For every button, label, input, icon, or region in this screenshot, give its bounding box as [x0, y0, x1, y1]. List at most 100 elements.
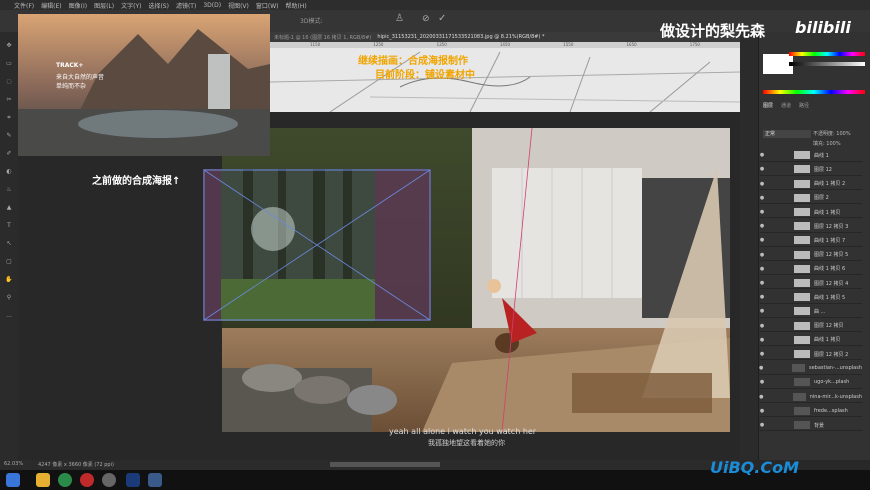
- tab-layers[interactable]: 图层: [763, 102, 773, 109]
- tool-icon[interactable]: …: [4, 312, 14, 319]
- layer-thumbnail: [794, 151, 810, 160]
- tool-icon[interactable]: ◌: [4, 78, 14, 85]
- menu-image[interactable]: 图像(I): [69, 1, 87, 10]
- visibility-eye-icon[interactable]: ●: [758, 223, 766, 229]
- menu-select[interactable]: 选择(S): [148, 1, 169, 10]
- tool-icon[interactable]: ↖: [4, 240, 14, 247]
- tab-channels[interactable]: 通道: [781, 102, 791, 109]
- tab-document-1[interactable]: 未标题-1 @ 16 (图层 16 拷贝 1, RGB/8#): [274, 34, 371, 41]
- forest-layer-transform[interactable]: [203, 169, 431, 321]
- visibility-eye-icon[interactable]: ●: [758, 394, 765, 400]
- layer-row[interactable]: ● frede...splash: [758, 406, 862, 418]
- menu-file[interactable]: 文件(F): [14, 1, 34, 10]
- visibility-eye-icon[interactable]: ●: [758, 422, 766, 428]
- visibility-eye-icon[interactable]: ●: [758, 181, 766, 187]
- visibility-eye-icon[interactable]: ●: [758, 294, 766, 300]
- cancel-icon[interactable]: ⊘: [422, 14, 430, 24]
- menu-type[interactable]: 文字(Y): [121, 1, 141, 10]
- layer-row[interactable]: ● 图层 12 拷贝: [758, 320, 862, 332]
- zoom-level[interactable]: 62.03%: [4, 461, 23, 467]
- tool-icon[interactable]: ♨: [4, 186, 14, 193]
- layer-row[interactable]: ● 曲线 1 拷贝 5: [758, 292, 862, 304]
- browser-icon[interactable]: [58, 473, 72, 487]
- app-icon[interactable]: [80, 473, 94, 487]
- visibility-eye-icon[interactable]: ●: [758, 365, 764, 371]
- visibility-eye-icon[interactable]: ●: [758, 252, 766, 258]
- explorer-icon[interactable]: [36, 473, 50, 487]
- layer-thumbnail: [794, 279, 810, 288]
- app2-icon[interactable]: [102, 473, 116, 487]
- tool-icon[interactable]: T: [4, 222, 14, 229]
- start-icon[interactable]: [6, 473, 20, 487]
- visibility-eye-icon[interactable]: ●: [758, 337, 766, 343]
- tool-icon[interactable]: ✥: [4, 42, 14, 49]
- tool-icon[interactable]: ⚲: [4, 294, 14, 301]
- tool-icon[interactable]: ◐: [4, 168, 14, 175]
- layer-row[interactable]: ● 曲线 1 拷贝 6: [758, 264, 862, 276]
- menu-layer[interactable]: 图层(L): [94, 1, 114, 10]
- layer-row[interactable]: ● nina-mir...k-unsplash: [758, 391, 862, 403]
- layer-thumbnail: [794, 208, 810, 217]
- visibility-eye-icon[interactable]: ●: [758, 166, 766, 172]
- menu-3d[interactable]: 3D(D): [203, 2, 221, 9]
- layer-row[interactable]: ● 曲线 1: [758, 150, 862, 162]
- layer-row[interactable]: ● 图层 12: [758, 164, 862, 176]
- visibility-eye-icon[interactable]: ●: [758, 237, 766, 243]
- fill-field[interactable]: 填充: 100%: [813, 140, 841, 147]
- visibility-eye-icon[interactable]: ●: [758, 379, 766, 385]
- layer-thumbnail: [794, 406, 810, 415]
- color-ramp[interactable]: [763, 90, 865, 94]
- puppet-icon[interactable]: ♙: [395, 13, 404, 24]
- brightness-slider[interactable]: [789, 62, 865, 66]
- layer-row[interactable]: ● 曲线 1 拷贝: [758, 335, 862, 347]
- tab-document-2[interactable]: hipic_31153231_20200331171533521083.jpg …: [377, 34, 544, 40]
- layer-row[interactable]: ● 图层 12 拷贝 5: [758, 249, 862, 261]
- layer-row[interactable]: ● 曲线 1 拷贝 2: [758, 178, 862, 190]
- tool-icon[interactable]: ✎: [4, 132, 14, 139]
- visibility-eye-icon[interactable]: ●: [758, 195, 766, 201]
- layer-thumbnail: [794, 335, 810, 344]
- visibility-eye-icon[interactable]: ●: [758, 280, 766, 286]
- visibility-eye-icon[interactable]: ●: [758, 266, 766, 272]
- opacity-field[interactable]: 不透明度: 100%: [813, 130, 851, 137]
- blend-mode-select[interactable]: 正常: [763, 130, 811, 138]
- layer-row[interactable]: ● 图层 12 拷贝 2: [758, 349, 862, 361]
- menu-window[interactable]: 窗口(W): [256, 1, 279, 10]
- tool-icon[interactable]: ✋: [4, 276, 14, 283]
- menu-view[interactable]: 视图(V): [228, 1, 249, 10]
- menu-filter[interactable]: 滤镜(T): [176, 1, 196, 10]
- layer-row[interactable]: ● 曲线 1 拷贝: [758, 207, 862, 219]
- menu-bar: 文件(F) 编辑(E) 图像(I) 图层(L) 文字(Y) 选择(S) 滤镜(T…: [0, 0, 870, 10]
- hue-slider[interactable]: [789, 52, 865, 56]
- visibility-eye-icon[interactable]: ●: [758, 351, 766, 357]
- layer-row[interactable]: ● 曲线 1 拷贝 7: [758, 235, 862, 247]
- layer-row[interactable]: ● 图层 2: [758, 193, 862, 205]
- visibility-eye-icon[interactable]: ●: [758, 308, 766, 314]
- tool-icon[interactable]: ▲: [4, 204, 14, 211]
- layer-row[interactable]: ● 图层 12 拷贝 4: [758, 278, 862, 290]
- subtitle-english: yeah all alone i watch you watch her: [389, 427, 537, 436]
- visibility-eye-icon[interactable]: ●: [758, 209, 766, 215]
- tool-icon[interactable]: ⌗: [4, 114, 14, 121]
- tool-icon[interactable]: ▢: [4, 258, 14, 265]
- commit-check-icon[interactable]: ✓: [438, 13, 446, 24]
- visibility-eye-icon[interactable]: ●: [758, 152, 766, 158]
- layer-name: 曲线 1: [814, 152, 829, 159]
- visibility-eye-icon[interactable]: ●: [758, 408, 766, 414]
- app3-icon[interactable]: [148, 473, 162, 487]
- tool-icon[interactable]: ✐: [4, 150, 14, 157]
- layer-row[interactable]: ● 背景: [758, 420, 862, 432]
- photoshop-icon[interactable]: [126, 473, 140, 487]
- layer-row[interactable]: ● 曲 ...: [758, 306, 862, 318]
- visibility-eye-icon[interactable]: ●: [758, 323, 766, 329]
- menu-edit[interactable]: 编辑(E): [41, 1, 61, 10]
- layer-row[interactable]: ● 图层 12 拷贝 3: [758, 221, 862, 233]
- tool-icon[interactable]: ✂: [4, 96, 14, 103]
- ruler-tick: 1550: [563, 42, 574, 47]
- horizontal-scrollbar[interactable]: [330, 462, 440, 467]
- tool-icon[interactable]: ▭: [4, 60, 14, 67]
- tab-paths[interactable]: 路径: [799, 102, 809, 109]
- layer-row[interactable]: ● sebastian-...unsplash: [758, 363, 862, 375]
- menu-help[interactable]: 帮助(H): [286, 1, 307, 10]
- layer-row[interactable]: ● ugo-yk...plash: [758, 377, 862, 389]
